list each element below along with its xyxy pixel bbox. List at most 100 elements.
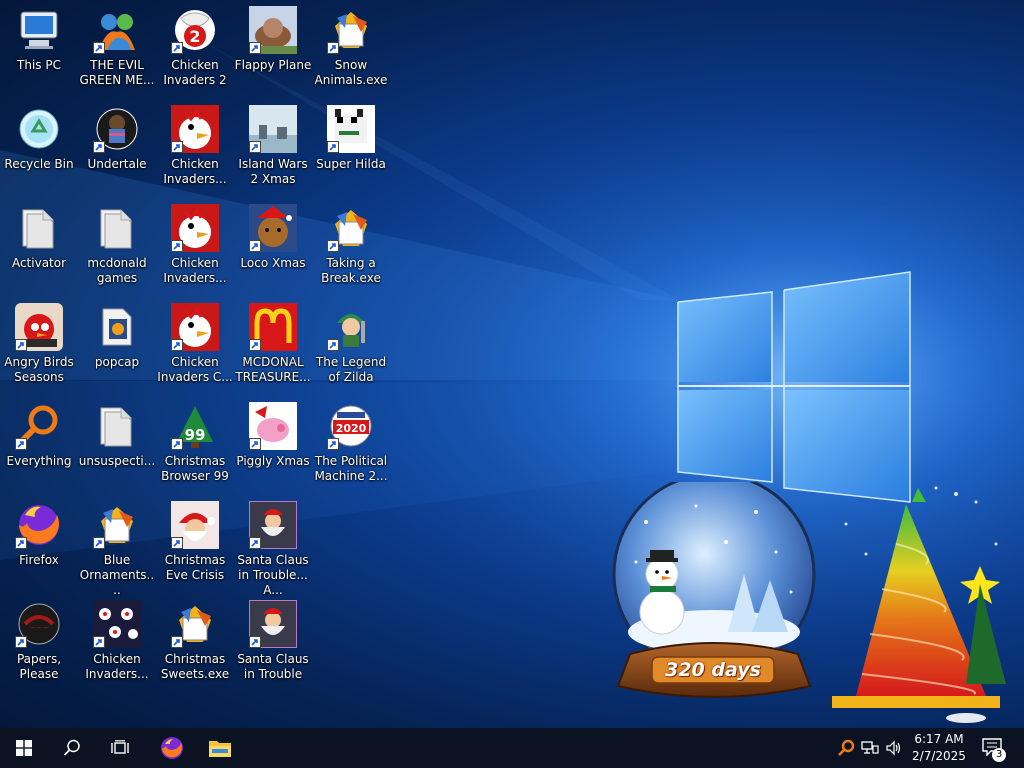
popcap-folder-icon (93, 303, 141, 351)
volume-button[interactable] (884, 738, 904, 758)
desktop-icon[interactable]: Everything (0, 396, 78, 492)
svg-text:~~~: ~~~ (29, 623, 49, 632)
desktop-icon-label: Blue Ornaments.... (79, 553, 155, 597)
shortcut-arrow-icon (93, 141, 105, 153)
desktop-icon-label: Papers, Please (16, 652, 62, 681)
shortcut-arrow-icon (249, 537, 261, 549)
folder-icon (15, 204, 63, 252)
search-icon (63, 739, 80, 756)
evil-green-me-icon (93, 6, 141, 54)
shortcut-arrow-icon (171, 141, 183, 153)
desktop-icon[interactable]: Undertale (78, 99, 156, 195)
desktop-icon[interactable]: Blue Ornaments.... (78, 495, 156, 597)
windows-start-icon (16, 740, 32, 756)
chicken-invaders-icon (171, 105, 219, 153)
desktop-icon-label: Christmas Sweets.exe (160, 652, 230, 681)
desktop-icon[interactable]: Chicken Invaders C... (156, 297, 234, 393)
desktop-icon-label: Piggly Xmas (236, 454, 310, 468)
desktop-icon-label: Chicken Invaders 2 (163, 58, 227, 87)
desktop-icon[interactable]: Chicken Invaders... (78, 594, 156, 690)
desktop-icon[interactable]: Angry Birds Seasons (0, 297, 78, 393)
desktop-icon-label: popcap (94, 355, 140, 369)
shortcut-arrow-icon (171, 240, 183, 252)
desktop-icon-label: Christmas Eve Crisis (164, 553, 226, 582)
task-view-button[interactable] (96, 728, 144, 768)
desktop-icon[interactable]: mcdonald games (78, 198, 156, 294)
desktop-icon[interactable]: Recycle Bin (0, 99, 78, 195)
santa-icon (171, 501, 219, 549)
desktop-icon[interactable]: Super Hilda (312, 99, 390, 195)
taskbar-firefox-button[interactable] (148, 728, 196, 768)
desktop-icon[interactable]: Christmas Sweets.exe (156, 594, 234, 690)
chicken-invaders-icon (171, 204, 219, 252)
taskbar: 6:17 AM 2/7/2025 3 (0, 728, 1024, 768)
svg-text:2: 2 (189, 27, 200, 46)
christmas-browser-icon: 99 (171, 402, 219, 450)
volume-icon (886, 740, 901, 756)
notification-count-badge: 3 (992, 748, 1006, 762)
desktop-icon[interactable]: 2 Chicken Invaders 2 (156, 0, 234, 96)
desktop-icon[interactable]: popcap (78, 297, 156, 393)
desktop-icon[interactable]: 2020 The Political Machine 2... (312, 396, 390, 492)
exe-icon (327, 204, 375, 252)
network-button[interactable] (860, 738, 880, 758)
shortcut-arrow-icon (327, 240, 339, 252)
flappy-plane-icon (249, 6, 297, 54)
political-machine-icon: 2020 (327, 402, 375, 450)
everything-search-icon (15, 402, 63, 450)
windows-logo-wallpaper (677, 271, 911, 503)
desktop-icon[interactable]: Christmas Eve Crisis (156, 495, 234, 591)
desktop-icon[interactable]: Flappy Plane (234, 0, 312, 96)
desktop-icon-label: Chicken Invaders... (85, 652, 149, 681)
desktop-icon[interactable]: Santa Claus in Trouble... A... (234, 495, 312, 597)
folder-icon (93, 402, 141, 450)
clock-date: 2/7/2025 (912, 749, 966, 763)
desktop-icon-label: Loco Xmas (240, 256, 306, 270)
shortcut-arrow-icon (249, 141, 261, 153)
taskbar-file-explorer-button[interactable] (196, 728, 244, 768)
file-explorer-icon (209, 741, 231, 757)
desktop-icon[interactable]: 99 Christmas Browser 99 (156, 396, 234, 492)
desktop-icon[interactable]: Firefox (0, 495, 78, 591)
desktop-icon[interactable]: Loco Xmas (234, 198, 312, 294)
desktop-icon[interactable]: The Legend of Zilda (312, 297, 390, 393)
folder-icon (93, 204, 141, 252)
desktop-icon-label: THE EVIL GREEN ME... (79, 58, 155, 87)
desktop-icon[interactable]: MCDONAL TREASURE... (234, 297, 312, 393)
desktop-icon-label: Super Hilda (316, 157, 386, 171)
desktop-icon[interactable]: Taking a Break.exe (312, 198, 390, 294)
chicken-invaders-2-icon: 2 (171, 6, 219, 54)
desktop-icon[interactable]: unsuspecti... (78, 396, 156, 492)
desktop-icon-label: Snow Animals.exe (314, 58, 388, 87)
shortcut-arrow-icon (327, 141, 339, 153)
desktop-icon[interactable]: THE EVIL GREEN ME... (78, 0, 156, 96)
desktop-icon[interactable]: Chicken Invaders... (156, 198, 234, 294)
firefox-icon (15, 501, 63, 549)
shortcut-arrow-icon (249, 438, 261, 450)
shortcut-arrow-icon (249, 339, 261, 351)
start-button[interactable] (0, 728, 48, 768)
desktop-icon[interactable]: ~~~ Papers, Please (0, 594, 78, 690)
desktop-icon-label: Chicken Invaders... (163, 256, 227, 285)
desktop-icon[interactable]: Island Wars 2 Xmas (234, 99, 312, 195)
desktop-icon[interactable]: This PC (0, 0, 78, 96)
desktop-icon[interactable]: Snow Animals.exe (312, 0, 390, 96)
search-button[interactable] (48, 728, 96, 768)
desktop-icon[interactable]: Chicken Invaders... (156, 99, 234, 195)
everything-tray-button[interactable] (836, 738, 856, 758)
desktop-icon[interactable]: Piggly Xmas (234, 396, 312, 492)
desktop-icon-label: Undertale (87, 157, 147, 171)
countdown-days-label: 320 days (665, 659, 761, 681)
shortcut-arrow-icon (171, 42, 183, 54)
shortcut-arrow-icon (327, 438, 339, 450)
taskbar-clock[interactable]: 6:17 AM 2/7/2025 (904, 730, 974, 767)
santa-claus-trouble-icon (249, 600, 297, 648)
undertale-icon (93, 105, 141, 153)
desktop-icon-label: Chicken Invaders... (163, 157, 227, 186)
desktop-icon[interactable]: Santa Claus in Trouble (234, 594, 312, 690)
shortcut-arrow-icon (171, 438, 183, 450)
desktop-icon[interactable]: Activator (0, 198, 78, 294)
shortcut-arrow-icon (171, 537, 183, 549)
desktop-icon-label: Santa Claus in Trouble... A... (237, 553, 309, 597)
shortcut-arrow-icon (171, 636, 183, 648)
